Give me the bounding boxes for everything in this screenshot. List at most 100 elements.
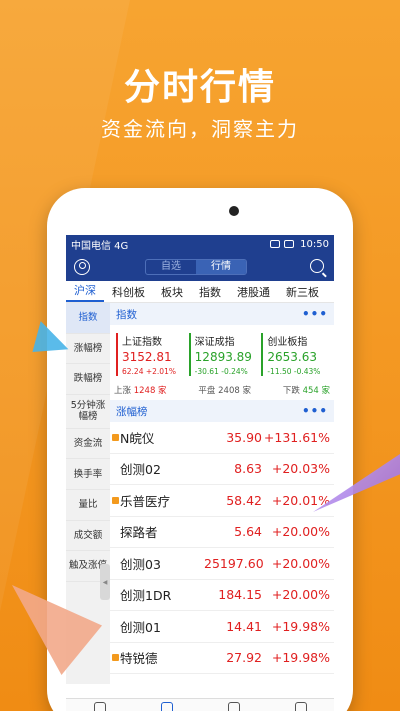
stock-price: 58.42 [226,492,262,508]
content-body: 指数 涨幅榜 跌幅榜 5分钟涨幅榜 资金流 换手率 量比 成交额 触及涨停 指数… [66,303,334,684]
index-cards: 上证指数 3152.81 62.24 +2.01% 深证成指 12893.89 … [110,325,334,380]
index-change: 62.24 +2.01% [122,367,176,376]
tab-quotes[interactable]: 行情 [196,260,246,274]
table-row[interactable]: 创测1DR 184.15 +20.00% [110,580,334,611]
stock-change-pct: +20.00% [271,524,330,540]
stock-name: 创测01 [120,619,161,635]
more-icon[interactable]: ••• [302,404,328,418]
promo-headline: 分时行情 [123,67,276,108]
table-row[interactable]: 探路者 5.64 +20.00% [110,517,334,548]
index-card-sz[interactable]: 深证成指 12893.89 -30.61 -0.24% [188,333,256,376]
left-nav-5min-gainers[interactable]: 5分钟涨幅榜 [66,395,110,429]
index-value: 12893.89 [194,350,252,364]
left-nav-turnover[interactable]: 换手率 [66,459,110,490]
user-icon[interactable] [74,259,90,275]
left-nav-volume-ratio[interactable]: 量比 [66,490,110,521]
gainers-list: N皖仪 35.90 +131.61% 创测02 8.63 +20.03% 乐普医… [110,422,334,674]
left-nav-losers[interactable]: 跌幅榜 [66,364,110,395]
market-tab-index[interactable]: 指数 [191,284,229,300]
stock-change-pct: +20.01% [271,492,330,508]
stock-price: 184.15 [218,587,262,603]
market-tab-neeq[interactable]: 新三板 [278,284,327,300]
nav-news[interactable]: 资讯 [200,699,267,711]
market-tab-hk-connect[interactable]: 港股通 [229,284,278,300]
index-value: 3152.81 [122,350,172,364]
nav-trade[interactable]: 交易 [267,699,334,711]
index-name: 创业板指 [267,337,308,348]
down-label: 下跌 [282,386,300,396]
stock-name: N皖仪 [120,430,155,446]
promo-subheadline: 资金流向，洞察主力 [101,117,299,141]
header-segmented-control: 自选 行情 [145,259,247,275]
stock-change-pct: +131.61% [263,429,330,445]
gainers-section-title: 涨幅榜 [116,405,148,418]
stock-name: 创测03 [120,556,161,572]
stock-name: 乐普医疗 [120,493,171,509]
left-nav-amount[interactable]: 成交额 [66,521,110,552]
market-tab-star[interactable]: 科创板 [104,284,153,300]
index-section-title: 指数 [116,308,137,321]
clock: 10:50 [300,238,329,250]
table-row[interactable]: 乐普医疗 58.42 +20.01% [110,485,334,517]
down-count: 454 家 [302,386,330,396]
status-bar: 中国电信 4G 10:50 [66,235,334,253]
market-tab-sector[interactable]: 板块 [153,284,191,300]
market-breadth: 上涨 1248 家 平盘 2408 家 下跌 454 家 [110,380,334,400]
tab-watchlist[interactable]: 自选 [146,260,196,274]
app-screen: 中国电信 4G 10:50 自选 行情 沪深 科创板 板块 指数 港股通 新三板 [66,235,334,711]
table-row[interactable]: 创测01 14.41 +19.98% [110,611,334,643]
index-change: -11.50 -0.43% [267,367,321,376]
stock-price: 27.92 [226,650,262,666]
news-icon [227,701,240,711]
search-icon[interactable] [310,259,324,273]
table-row[interactable]: 特锐德 27.92 +19.98% [110,643,334,674]
status-icons [270,240,295,248]
home-icon [93,701,106,711]
bottom-nav: 首页 行情 资讯 交易 [66,698,334,711]
up-count: 1248 家 [133,386,167,396]
stock-change-pct: +19.98% [271,618,330,634]
index-card-sh[interactable]: 上证指数 3152.81 62.24 +2.01% [116,333,183,376]
flat-count: 2408 家 [218,386,251,396]
stock-price: 5.64 [234,524,262,540]
nav-quotes[interactable]: 行情 [133,699,200,711]
index-name: 深证成指 [194,337,235,348]
table-row[interactable]: 创测03 25197.60 +20.00% [110,548,334,580]
stock-change-pct: +20.03% [271,461,330,477]
badge-icon [112,496,119,504]
battery-icon [284,240,295,248]
gainers-section-header: 涨幅榜 ••• [110,400,334,422]
left-nav-capital-flow[interactable]: 资金流 [66,429,110,460]
stock-name: 特锐德 [120,651,158,667]
chart-icon [160,701,173,711]
more-icon[interactable]: ••• [302,307,328,321]
index-name: 上证指数 [122,337,162,348]
badge-icon [112,433,119,441]
market-tab-hs[interactable]: 沪深 [66,282,104,302]
table-row[interactable]: N皖仪 35.90 +131.61% [110,422,334,454]
main-panel: 指数 ••• 上证指数 3152.81 62.24 +2.01% 深证成指 12… [110,303,334,684]
flat-label: 平盘 [198,386,216,396]
wifi-icon [270,240,281,248]
stock-price: 8.63 [234,461,262,477]
nav-home[interactable]: 首页 [66,699,133,711]
table-row[interactable]: 创测02 8.63 +20.03% [110,454,334,485]
index-card-gem[interactable]: 创业板指 2653.63 -11.50 -0.43% [261,333,328,376]
yen-icon [294,701,307,711]
collapse-sidebar-handle[interactable]: ◀ [100,564,110,600]
index-section-header: 指数 ••• [110,303,334,325]
stock-name: 创测02 [120,462,161,478]
carrier-label: 中国电信 4G [71,240,129,252]
camera-dot [229,206,239,216]
badge-icon [112,654,119,662]
up-label: 上涨 [114,386,132,396]
stock-change-pct: +20.00% [271,587,330,603]
stock-name: 探路者 [120,525,158,541]
left-nav-gainers[interactable]: 涨幅榜 [66,334,110,365]
stock-price: 35.90 [226,429,262,445]
index-change: -30.61 -0.24% [194,367,248,376]
app-header: 自选 行情 [66,253,334,281]
stock-change-pct: +19.98% [271,650,330,666]
stock-name: 创测1DR [120,588,172,604]
index-value: 2653.63 [267,350,317,364]
